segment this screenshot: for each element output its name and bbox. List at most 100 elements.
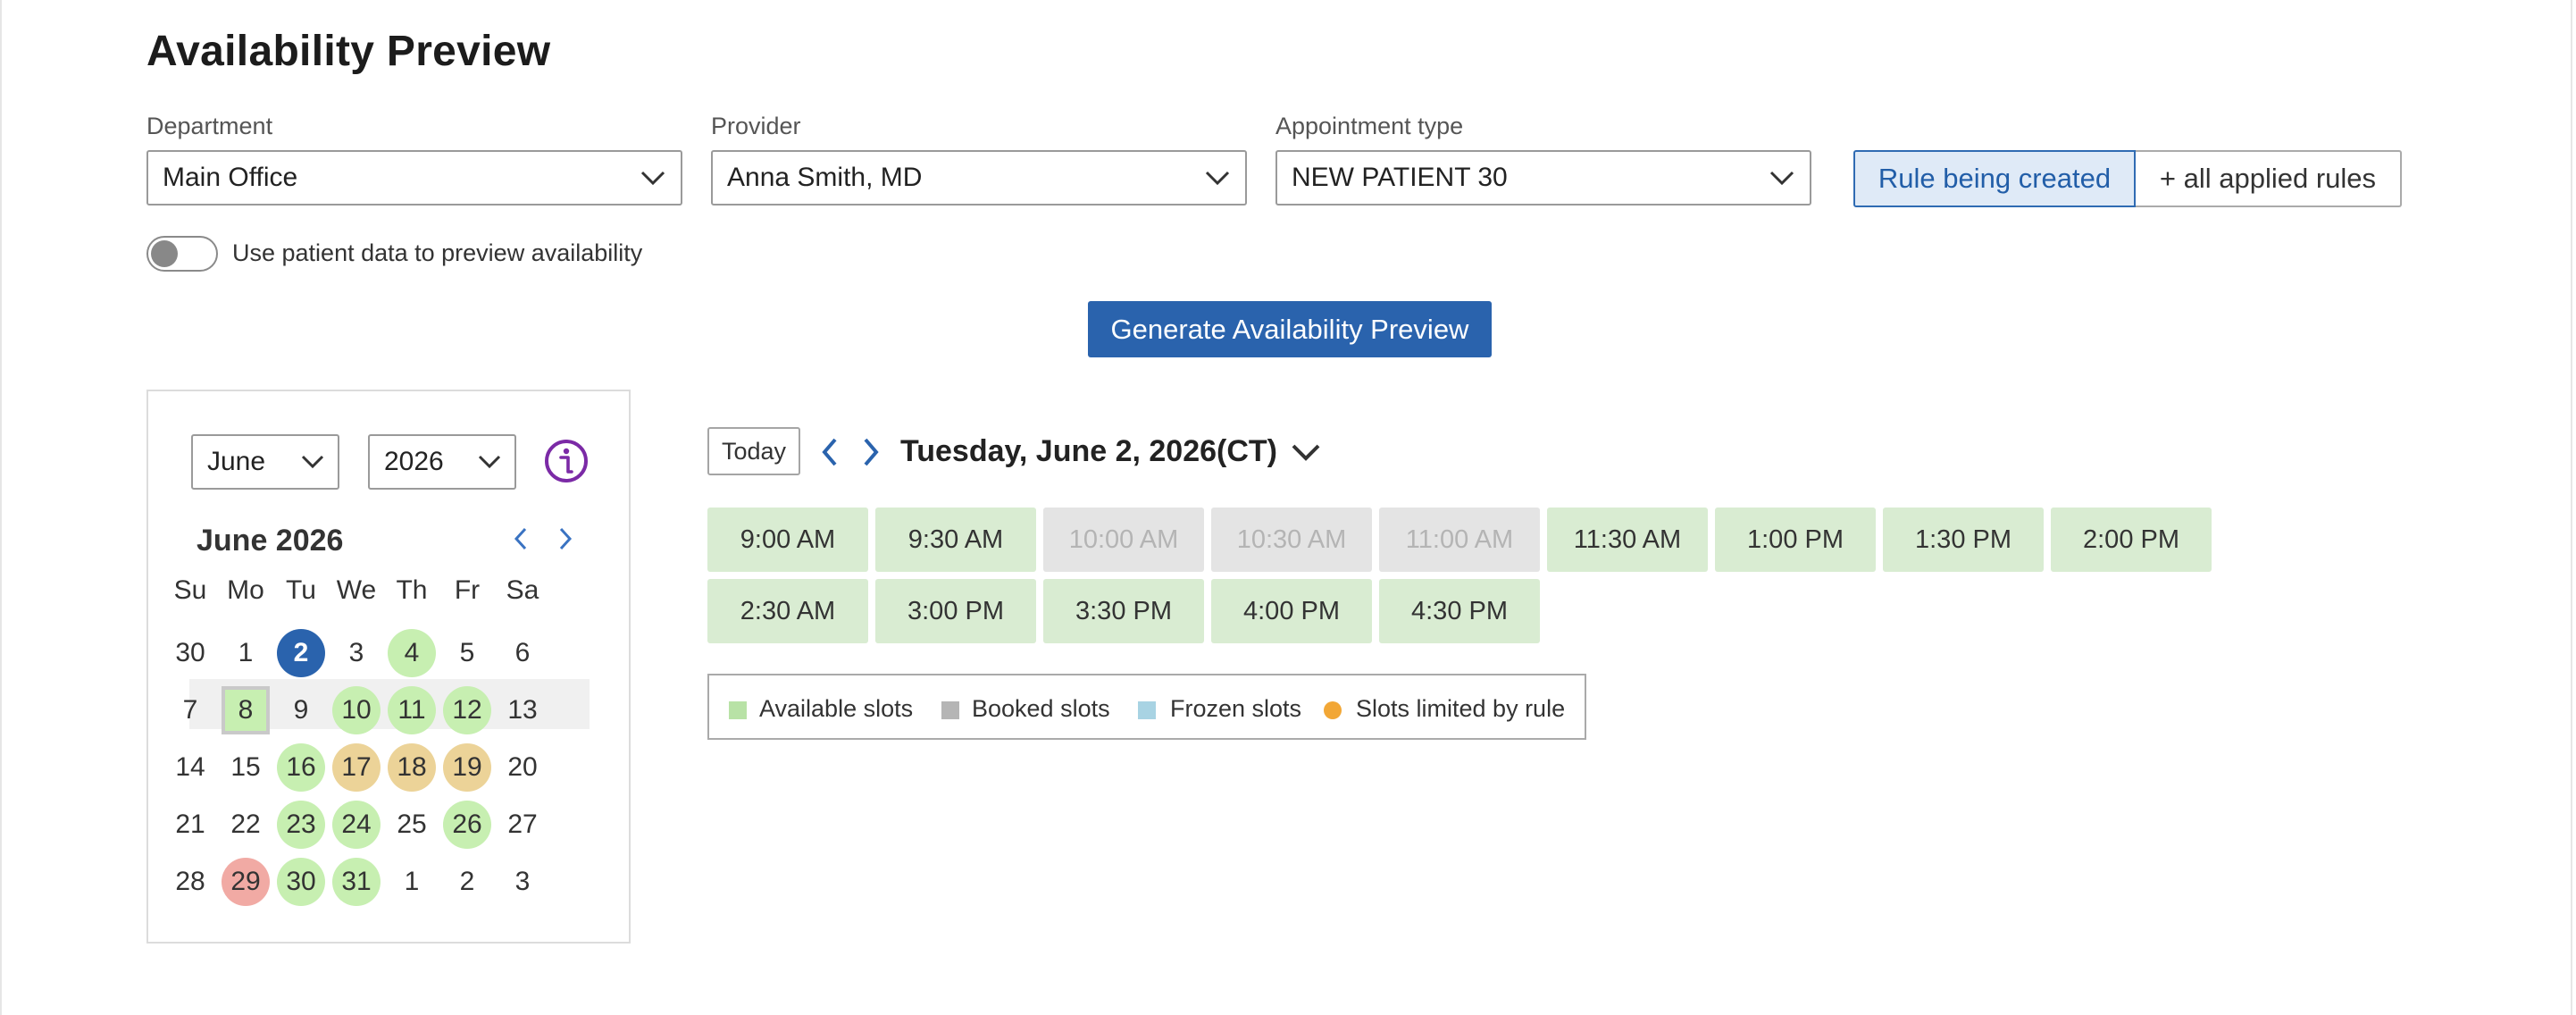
calendar-day[interactable]: 26 xyxy=(443,801,491,849)
calendar-day[interactable]: 19 xyxy=(443,743,491,792)
calendar-day[interactable]: 25 xyxy=(388,801,436,849)
legend-label: Frozen slots xyxy=(1170,695,1302,722)
calendar-day[interactable]: 13 xyxy=(498,686,547,734)
slot-legend: Available slots Booked slots Frozen slots S… xyxy=(707,674,1586,740)
time-slot-available[interactable]: 4:30 PM xyxy=(1379,579,1540,643)
time-slot-booked: 11:00 AM xyxy=(1379,508,1540,572)
department-select[interactable]: Main Office xyxy=(146,150,682,206)
legend-swatch-icon xyxy=(1138,701,1156,719)
info-icon[interactable] xyxy=(543,438,590,484)
all-applied-rules-button[interactable]: + all applied rules xyxy=(2136,150,2402,207)
calendar-day[interactable]: 31 xyxy=(332,858,381,906)
calendar-day[interactable]: 8 xyxy=(222,686,270,734)
calendar-day[interactable]: 12 xyxy=(443,686,491,734)
calendar-day[interactable]: 24 xyxy=(332,801,381,849)
calendar-day[interactable]: 6 xyxy=(498,629,547,677)
chevron-down-icon xyxy=(301,455,324,469)
appointment-type-select[interactable]: NEW PATIENT 30 xyxy=(1275,150,1811,206)
calendar-day[interactable]: 22 xyxy=(222,801,270,849)
time-slot-available[interactable]: 1:00 PM xyxy=(1715,508,1876,572)
selected-date-heading: Tuesday, June 2, 2026 xyxy=(900,434,1217,468)
calendar-day[interactable]: 9 xyxy=(277,686,325,734)
weekday-su: Su xyxy=(173,575,207,605)
calendar-day[interactable]: 29 xyxy=(222,858,270,906)
month-select[interactable]: June xyxy=(191,434,339,490)
legend-label: Booked slots xyxy=(972,695,1110,722)
calendar-day[interactable]: 3 xyxy=(498,858,547,906)
weekday-tu: Tu xyxy=(286,575,316,605)
generate-availability-preview-button[interactable]: Generate Availability Preview xyxy=(1088,301,1492,357)
weekday-th: Th xyxy=(396,575,428,605)
department-label: Department xyxy=(146,113,273,139)
previous-month-icon[interactable] xyxy=(509,525,532,552)
calendar-day[interactable]: 18 xyxy=(388,743,436,792)
legend-swatch-icon xyxy=(941,701,959,719)
time-slot-available[interactable]: 3:00 PM xyxy=(875,579,1036,643)
calendar-day[interactable]: 14 xyxy=(166,743,214,792)
legend-label: Slots limited by rule xyxy=(1356,695,1566,722)
weekday-sa: Sa xyxy=(506,575,539,605)
calendar-day[interactable]: 3 xyxy=(332,629,381,677)
time-slot-booked: 10:30 AM xyxy=(1211,508,1372,572)
patient-data-toggle-label: Use patient data to preview availability xyxy=(232,239,643,266)
department-value: Main Office xyxy=(163,163,298,192)
timezone-label: (CT) xyxy=(1217,434,1277,468)
provider-label: Provider xyxy=(711,113,801,139)
legend-swatch-icon xyxy=(729,701,747,719)
calendar-day[interactable]: 4 xyxy=(388,629,436,677)
calendar-day[interactable]: 2 xyxy=(443,858,491,906)
calendar-day[interactable]: 30 xyxy=(166,629,214,677)
calendar-day[interactable]: 30 xyxy=(277,858,325,906)
month-select-value: June xyxy=(207,447,266,476)
calendar-day[interactable]: 5 xyxy=(443,629,491,677)
time-slot-available[interactable]: 3:30 PM xyxy=(1043,579,1204,643)
calendar-day[interactable]: 15 xyxy=(222,743,270,792)
time-slot-available[interactable]: 9:30 AM xyxy=(875,508,1036,572)
calendar-day[interactable]: 10 xyxy=(332,686,381,734)
time-slot-available[interactable]: 2:30 AM xyxy=(707,579,868,643)
calendar-day[interactable]: 16 xyxy=(277,743,325,792)
calendar-panel: June 2026 June 2026 Su Mo Tu We Th Fr Sa 30 1 2 3… xyxy=(146,390,631,944)
chevron-down-icon[interactable] xyxy=(1290,441,1322,463)
time-slot-available[interactable]: 1:30 PM xyxy=(1883,508,2044,572)
weekday-fr: Fr xyxy=(454,575,481,605)
chevron-down-icon xyxy=(640,171,665,186)
calendar-day[interactable]: 17 xyxy=(332,743,381,792)
time-slot-available[interactable]: 9:00 AM xyxy=(707,508,868,572)
provider-value: Anna Smith, MD xyxy=(727,163,923,192)
provider-select[interactable]: Anna Smith, MD xyxy=(711,150,1247,206)
calendar-day[interactable]: 11 xyxy=(388,686,436,734)
calendar-day[interactable]: 27 xyxy=(498,801,547,849)
time-slot-available[interactable]: 11:30 AM xyxy=(1547,508,1708,572)
next-month-icon[interactable] xyxy=(554,525,577,552)
page-title: Availability Preview xyxy=(146,28,551,75)
calendar-day[interactable]: 23 xyxy=(277,801,325,849)
appointment-type-value: NEW PATIENT 30 xyxy=(1292,163,1508,192)
chevron-down-icon xyxy=(478,455,501,469)
rule-being-created-button[interactable]: Rule being created xyxy=(1853,150,2136,207)
next-day-icon[interactable] xyxy=(859,436,882,468)
time-slot-booked: 10:00 AM xyxy=(1043,508,1204,572)
time-slot-available[interactable]: 2:00 PM xyxy=(2051,508,2212,572)
patient-data-toggle[interactable] xyxy=(146,236,218,272)
calendar-day[interactable]: 21 xyxy=(166,801,214,849)
toggle-knob xyxy=(151,240,178,267)
appointment-type-label: Appointment type xyxy=(1275,113,1464,139)
calendar-day[interactable]: 7 xyxy=(166,686,214,734)
calendar-day[interactable]: 20 xyxy=(498,743,547,792)
weekday-mo: Mo xyxy=(227,575,264,605)
year-select[interactable]: 2026 xyxy=(368,434,516,490)
availability-preview-page: Availability Preview Department Main Off… xyxy=(0,0,2572,1015)
today-button[interactable]: Today xyxy=(707,427,800,475)
calendar-day[interactable]: 1 xyxy=(388,858,436,906)
calendar-day[interactable]: 1 xyxy=(222,629,270,677)
legend-label: Available slots xyxy=(759,695,914,722)
calendar-day[interactable]: 28 xyxy=(166,858,214,906)
chevron-down-icon xyxy=(1205,171,1230,186)
year-select-value: 2026 xyxy=(384,447,444,476)
previous-day-icon[interactable] xyxy=(818,436,841,468)
calendar-day[interactable]: 2 xyxy=(277,629,325,677)
time-slot-available[interactable]: 4:00 PM xyxy=(1211,579,1372,643)
legend-swatch-icon xyxy=(1324,701,1342,719)
calendar-month-title: June 2026 xyxy=(197,524,344,558)
